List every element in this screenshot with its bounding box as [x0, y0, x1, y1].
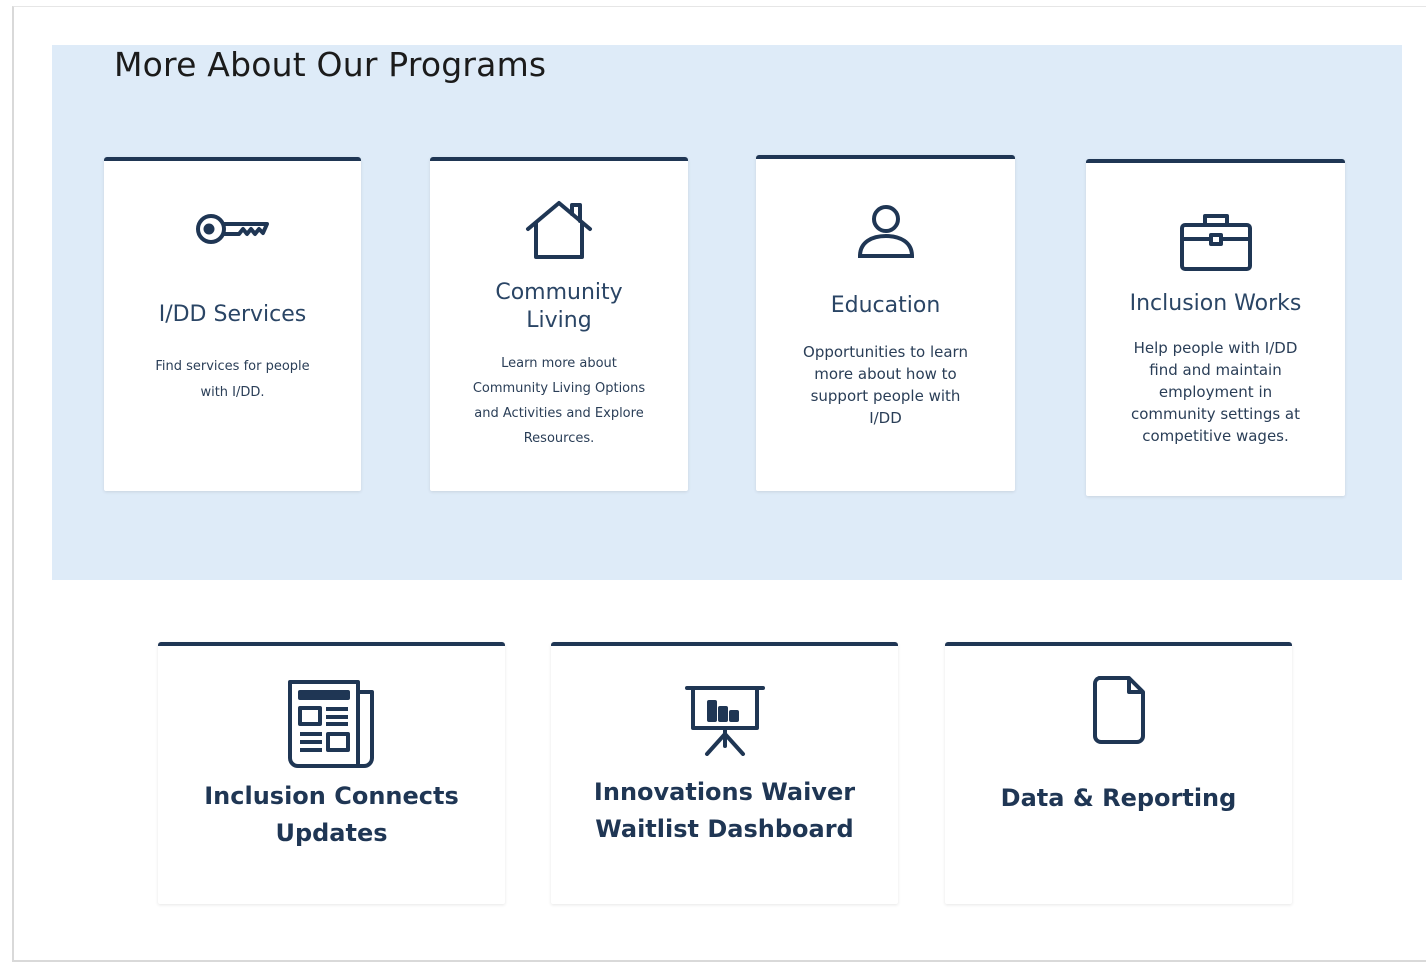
inclusion-works-description: Help people with I/DD find and maintain … — [1130, 339, 1300, 445]
idd-services-card[interactable]: I/DD Services Find services for people w… — [104, 157, 361, 491]
inclusion-works-card[interactable]: Inclusion Works Help people with I/DD fi… — [1086, 159, 1345, 496]
inclusion-works-title: Inclusion Works — [1129, 291, 1302, 316]
newspaper-icon — [158, 678, 505, 770]
presentation-chart-icon — [551, 684, 898, 756]
document-icon — [945, 674, 1292, 746]
innovations-waiver-dashboard-card[interactable]: Innovations Waiver Waitlist Dashboard — [551, 642, 898, 904]
idd-services-description: Find services for people with I/DD. — [155, 359, 310, 400]
education-title: Education — [830, 293, 941, 318]
community-living-title: Community Living — [495, 280, 623, 333]
key-icon — [104, 209, 361, 249]
innovations-waiver-dashboard-title: Innovations Waiver Waitlist Dashboard — [593, 778, 856, 843]
data-reporting-title: Data & Reporting — [1000, 784, 1237, 812]
idd-services-title: I/DD Services — [158, 302, 307, 327]
community-living-card[interactable]: Community Living Learn more about Commun… — [430, 157, 688, 491]
education-description: Opportunities to learn more about how to… — [803, 343, 968, 427]
briefcase-icon — [1086, 211, 1345, 273]
person-icon — [756, 204, 1015, 260]
inclusion-connects-updates-title: Inclusion Connects Updates — [204, 782, 459, 847]
education-card[interactable]: Education Opportunities to learn more ab… — [756, 155, 1015, 491]
house-icon — [430, 199, 688, 261]
section-title: More About Our Programs — [114, 45, 547, 84]
inclusion-connects-updates-card[interactable]: Inclusion Connects Updates — [158, 642, 505, 904]
community-living-description: Learn more about Community Living Option… — [472, 356, 646, 446]
data-reporting-card[interactable]: Data & Reporting — [945, 642, 1292, 904]
